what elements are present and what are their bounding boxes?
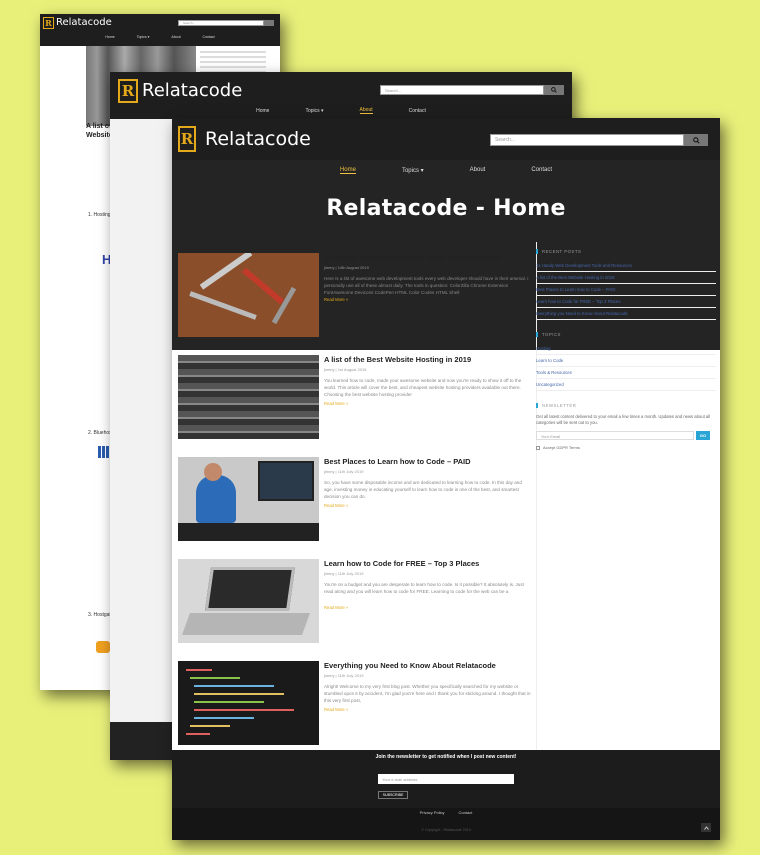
post-meta: jimmy | 11th July 2019 bbox=[324, 469, 364, 474]
post-thumbnail[interactable] bbox=[178, 355, 319, 439]
search-input[interactable]: Search... bbox=[380, 85, 544, 95]
read-more-link[interactable]: Read More » bbox=[324, 503, 348, 508]
nav-topics[interactable]: Topics ▾ bbox=[137, 35, 150, 39]
post-item: 11 Handy Web Development Tools and Resou… bbox=[178, 253, 532, 341]
search-input[interactable]: Search... bbox=[178, 20, 264, 26]
gdpr-checkbox[interactable] bbox=[536, 445, 540, 450]
nav-home[interactable]: Home bbox=[105, 35, 114, 39]
search-input[interactable]: Search... bbox=[490, 134, 684, 146]
post-meta: jimmy | 1st August 2019 bbox=[324, 367, 367, 372]
scroll-top-button[interactable] bbox=[701, 823, 711, 832]
topic-link[interactable]: Hosting bbox=[536, 343, 716, 355]
nav-home[interactable]: Home bbox=[339, 167, 356, 174]
topic-link[interactable]: Tools & Resources bbox=[536, 367, 716, 379]
recent-posts-heading: RECENT POSTS bbox=[536, 249, 716, 254]
post-title[interactable]: Learn how to Code for FREE – Top 3 Place… bbox=[324, 559, 534, 568]
logo-mark: R bbox=[178, 126, 196, 152]
sidebar: RECENT POSTS 11 Handy Web Development To… bbox=[536, 249, 716, 450]
post-meta: jimmy | 11th July 2019 bbox=[324, 673, 364, 678]
topic-link[interactable]: Learn to Code bbox=[536, 355, 716, 367]
hostgator-logo-icon bbox=[96, 641, 110, 653]
back-nav: Home Topics ▾ About Contact bbox=[40, 35, 280, 39]
footer-email-input[interactable]: Your e-mail address bbox=[378, 774, 514, 784]
post-excerpt: Alright! Welcome to my very first blog p… bbox=[324, 684, 531, 703]
read-more-link[interactable]: Read More » bbox=[324, 401, 348, 406]
post-thumbnail[interactable] bbox=[178, 559, 319, 643]
nav-about[interactable]: About bbox=[470, 167, 486, 173]
newsletter-go-button[interactable]: GO bbox=[696, 431, 710, 440]
post-thumbnail[interactable] bbox=[178, 661, 319, 745]
footer-links: Privacy Policy Contact bbox=[172, 810, 720, 815]
post-item: Everything you Need to Know About Relata… bbox=[178, 661, 532, 749]
gdpr-label: Accept GDPR Terms bbox=[543, 445, 580, 450]
post-meta: jimmy | 11th July 2019 bbox=[324, 571, 364, 576]
post-item: Learn how to Code for FREE – Top 3 Place… bbox=[178, 559, 532, 647]
logo-text: Relatacode bbox=[56, 17, 112, 28]
contact-link[interactable]: Contact bbox=[459, 810, 473, 815]
copyright: © Copyright - Relatacode 2019 bbox=[421, 828, 471, 832]
post-meta: jimmy | 14th August 2019 bbox=[324, 265, 369, 270]
privacy-policy-link[interactable]: Privacy Policy bbox=[420, 810, 445, 815]
search-button[interactable] bbox=[264, 20, 274, 26]
read-more-link[interactable]: Read More » bbox=[324, 707, 348, 712]
subscribe-button[interactable]: SUBSCRIBE bbox=[378, 791, 408, 799]
post-title[interactable]: Best Places to Learn how to Code – PAID bbox=[324, 457, 534, 466]
search-icon bbox=[692, 136, 700, 144]
nav-topics[interactable]: Topics ▾ bbox=[305, 108, 323, 114]
search-button[interactable] bbox=[684, 134, 708, 146]
nav-about[interactable]: About bbox=[171, 35, 180, 39]
logo-mark: R bbox=[43, 17, 54, 29]
post-excerpt: So, you have some disposable income and … bbox=[324, 480, 522, 499]
post-excerpt: You're on a budget and you are desperate… bbox=[324, 582, 524, 594]
post-title[interactable]: Everything you Need to Know About Relata… bbox=[324, 661, 534, 670]
logo-text: Relatacode bbox=[205, 128, 311, 150]
post-thumbnail[interactable] bbox=[178, 253, 319, 337]
recent-post-link[interactable]: A list of the Best Website Hosting in 20… bbox=[536, 272, 716, 284]
footer-bottom: Privacy Policy Contact © Copyright - Rel… bbox=[172, 808, 720, 840]
post-excerpt: You learned how to code, made your aweso… bbox=[324, 378, 522, 397]
nav-about[interactable]: About bbox=[359, 107, 373, 114]
chevron-up-icon bbox=[703, 825, 709, 830]
topics-heading: TOPICS bbox=[536, 332, 716, 337]
nav-contact[interactable]: Contact bbox=[409, 108, 426, 114]
read-more-link[interactable]: Read More » bbox=[324, 605, 348, 610]
recent-post-link[interactable]: Everything you Need to Know About Relata… bbox=[536, 308, 716, 320]
recent-post-link[interactable]: 11 Handy Web Development Tools and Resou… bbox=[536, 260, 716, 272]
middle-nav: Home Topics ▾ About Contact bbox=[110, 107, 572, 114]
back-header: R Relatacode Search... Home Topics ▾ Abo… bbox=[40, 14, 280, 46]
nav-topics[interactable]: Topics ▾ bbox=[402, 167, 424, 174]
newsletter-heading: NEWSLETTER bbox=[536, 403, 716, 408]
search-icon bbox=[551, 87, 557, 93]
post-item: Best Places to Learn how to Code – PAID … bbox=[178, 457, 532, 545]
search-button[interactable] bbox=[544, 85, 564, 95]
nav-contact[interactable]: Contact bbox=[203, 35, 215, 39]
post-thumbnail[interactable] bbox=[178, 457, 319, 541]
front-page: R Relatacode Search... Home Topics ▾ Abo… bbox=[172, 118, 720, 840]
nav-contact[interactable]: Contact bbox=[531, 167, 552, 173]
post-excerpt: Here is a list of awesome web developmen… bbox=[324, 276, 529, 295]
post-title[interactable]: 11 Handy Web Development Tools and Resou… bbox=[324, 253, 534, 262]
page-title: Relatacode - Home bbox=[326, 196, 566, 221]
recent-post-link[interactable]: Learn how to Code for FREE – Top 3 Place… bbox=[536, 296, 716, 308]
logo-text: Relatacode bbox=[142, 80, 243, 101]
read-more-link[interactable]: Read More » bbox=[324, 297, 348, 302]
front-header: R Relatacode Search... bbox=[172, 118, 720, 160]
recent-post-link[interactable]: Best Places to Learn how to Code – PAID bbox=[536, 284, 716, 296]
bluehost-logo-icon bbox=[98, 446, 110, 458]
topic-link[interactable]: Uncategorized bbox=[536, 379, 716, 391]
nav-home[interactable]: Home bbox=[256, 108, 269, 114]
newsletter-email-input[interactable]: Your Email bbox=[536, 431, 694, 440]
logo-mark: R bbox=[118, 79, 138, 103]
section-hosting: 1. Hosting bbox=[88, 212, 111, 218]
post-title[interactable]: A list of the Best Website Hosting in 20… bbox=[324, 355, 534, 364]
newsletter-text: Get all latest content delivered to your… bbox=[536, 414, 711, 425]
post-item: A list of the Best Website Hosting in 20… bbox=[178, 355, 532, 443]
front-nav: Home Topics ▾ About Contact bbox=[172, 164, 720, 176]
footer-cta: Join the newsletter to get notified when… bbox=[375, 754, 517, 760]
